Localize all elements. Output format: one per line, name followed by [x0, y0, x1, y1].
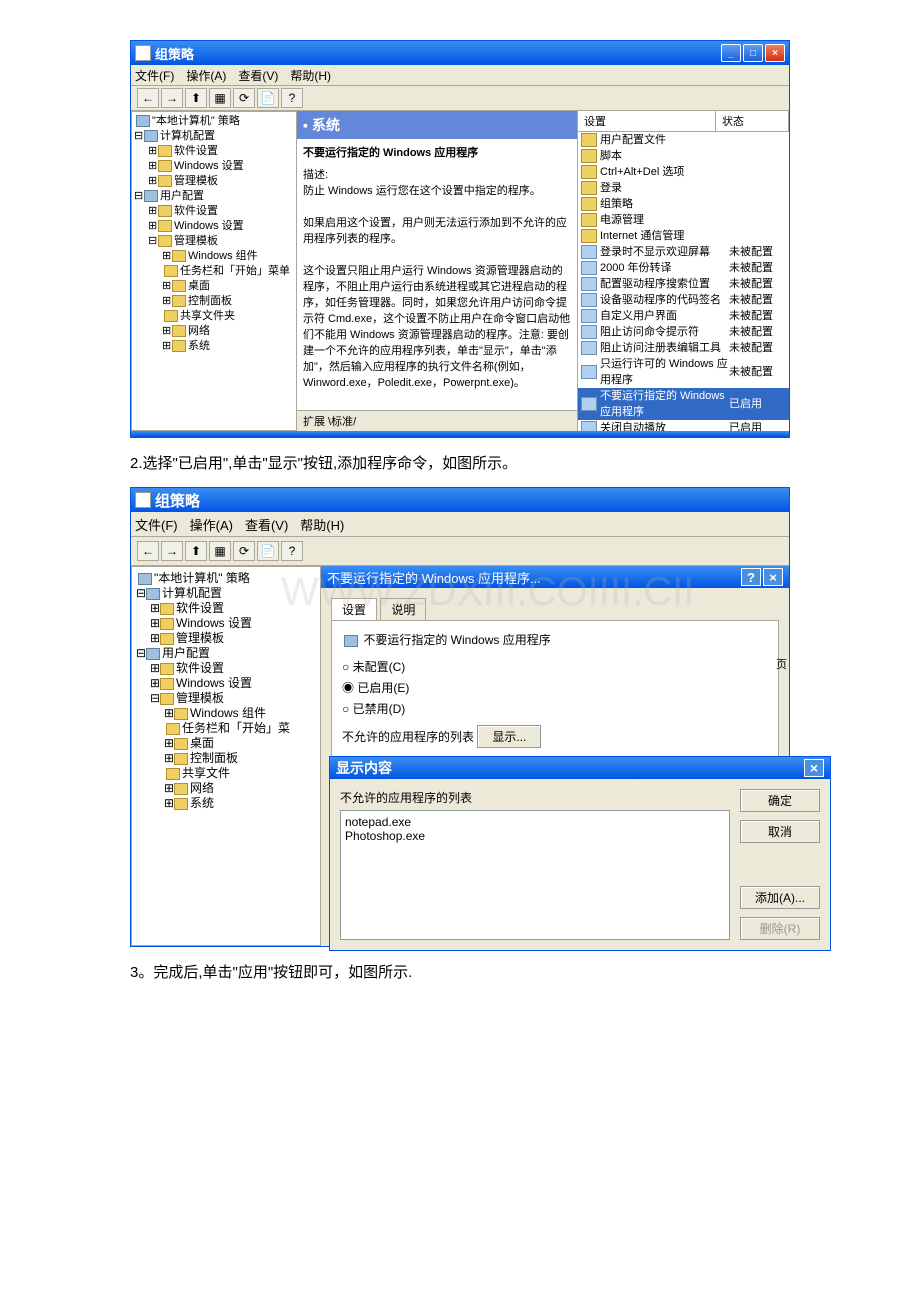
settings-list[interactable]: 设置 状态 用户配置文件脚本Ctrl+Alt+Del 选项登录组策略电源管理In…	[578, 111, 789, 431]
window-title: 组策略	[155, 44, 721, 63]
forward-button[interactable]: →	[161, 88, 183, 108]
col-state[interactable]: 状态	[716, 111, 789, 131]
ok-button[interactable]: 确定	[740, 789, 820, 812]
policy-name: 不要运行指定的 Windows 应用程序	[363, 633, 550, 647]
desc-body: 防止 Windows 运行您在这个设置中指定的程序。	[303, 183, 571, 199]
props-button[interactable]: ▦	[209, 88, 231, 108]
up-button[interactable]: ⬆	[185, 88, 207, 108]
back-button[interactable]: ←	[137, 88, 159, 108]
list-label: 不允许的应用程序的列表	[342, 730, 474, 744]
back-button[interactable]: ←	[137, 541, 159, 561]
setting-row[interactable]: 不要运行指定的 Windows 应用程序已启用	[578, 388, 789, 420]
category-header: ▪ 系统	[297, 111, 577, 139]
policy-properties-dialog: 不要运行指定的 Windows 应用程序... ? × WWW.ZDXIII.C…	[321, 566, 789, 946]
close-button[interactable]: ×	[763, 568, 783, 586]
titlebar[interactable]: 组策略 _ □ ×	[131, 41, 789, 65]
close-button[interactable]: ×	[765, 44, 785, 62]
app-icon	[135, 492, 151, 508]
help-button[interactable]: ?	[281, 88, 303, 108]
group-policy-window-1: 组策略 _ □ × 文件(F) 操作(A) 查看(V) 帮助(H) ← → ⬆ …	[130, 40, 790, 438]
setting-row[interactable]: Internet 通信管理	[578, 228, 789, 244]
radio-enabled[interactable]: ◉ 已启用(E)	[342, 679, 768, 696]
setting-row[interactable]: 配置驱动程序搜索位置未被配置	[578, 276, 789, 292]
menu-view[interactable]: 查看(V)	[238, 67, 278, 84]
refresh-button[interactable]: ⟳	[233, 541, 255, 561]
titlebar-2[interactable]: 组策略	[131, 488, 789, 512]
setting-row[interactable]: 关闭自动播放已启用	[578, 420, 789, 431]
toolbar: ← → ⬆ ▦ ⟳ 📄 ?	[131, 86, 789, 111]
tab-explain[interactable]: 说明	[380, 598, 426, 620]
setting-row[interactable]: 脚本	[578, 148, 789, 164]
setting-row[interactable]: Ctrl+Alt+Del 选项	[578, 164, 789, 180]
remove-button[interactable]: 删除(R)	[740, 917, 820, 940]
forward-button[interactable]: →	[161, 541, 183, 561]
desc-label: 描述:	[303, 167, 571, 183]
policy-icon	[344, 635, 358, 647]
props-button[interactable]: ▦	[209, 541, 231, 561]
menu-view[interactable]: 查看(V)	[245, 515, 288, 534]
cancel-button[interactable]: 取消	[740, 820, 820, 843]
dialog-title: 不要运行指定的 Windows 应用程序...	[327, 568, 739, 587]
add-button[interactable]: 添加(A)...	[740, 886, 820, 909]
setting-row[interactable]: 自定义用户界面未被配置	[578, 308, 789, 324]
menu-action[interactable]: 操作(A)	[190, 515, 233, 534]
setting-row[interactable]: 登录时不显示欢迎屏幕未被配置	[578, 244, 789, 260]
show-contents-dialog: 显示内容 × 不允许的应用程序的列表 notepad.exe Photoshop…	[329, 756, 831, 951]
tab-bar[interactable]: 扩展 \标准/	[297, 410, 577, 431]
list-item[interactable]: notepad.exe	[345, 815, 725, 829]
col-setting[interactable]: 设置	[578, 111, 716, 131]
step-2-caption: 2.选择"已启用",单击"显示"按钮,添加程序命令，如图所示。	[130, 452, 790, 473]
setting-row[interactable]: 用户配置文件	[578, 132, 789, 148]
tab-settings[interactable]: 设置	[331, 598, 377, 620]
list-label: 不允许的应用程序的列表	[340, 789, 730, 806]
maximize-button[interactable]: □	[743, 44, 763, 62]
group-policy-window-2: 组策略 文件(F) 操作(A) 查看(V) 帮助(H) ← → ⬆ ▦ ⟳ 📄 …	[130, 487, 790, 947]
up-button[interactable]: ⬆	[185, 541, 207, 561]
export-button[interactable]: 📄	[257, 88, 279, 108]
list-item[interactable]: Photoshop.exe	[345, 829, 725, 843]
tree-view-2[interactable]: "本地计算机" 策略 ⊟计算机配置 ⊞软件设置 ⊞Windows 设置 ⊞管理模…	[131, 566, 321, 946]
setting-row[interactable]: 组策略	[578, 196, 789, 212]
refresh-button[interactable]: ⟳	[233, 88, 255, 108]
setting-row[interactable]: 登录	[578, 180, 789, 196]
show-button[interactable]: 显示...	[477, 725, 541, 748]
menu-file[interactable]: 文件(F)	[135, 515, 178, 534]
menu-help[interactable]: 帮助(H)	[300, 515, 344, 534]
menu-file[interactable]: 文件(F)	[135, 67, 174, 84]
radio-disabled[interactable]: ○ 已禁用(D)	[342, 700, 768, 717]
setting-row[interactable]: 阻止访问命令提示符未被配置	[578, 324, 789, 340]
window-title: 组策略	[155, 490, 785, 511]
app-icon	[135, 45, 151, 61]
menu-action[interactable]: 操作(A)	[186, 67, 226, 84]
setting-row[interactable]: 只运行许可的 Windows 应用程序未被配置	[578, 356, 789, 388]
setting-row[interactable]: 阻止访问注册表编辑工具未被配置	[578, 340, 789, 356]
close-button[interactable]: ×	[804, 759, 824, 777]
tree-view[interactable]: "本地计算机" 策略 ⊟计算机配置 ⊞软件设置 ⊞Windows 设置 ⊞管理模…	[131, 111, 297, 431]
app-listbox[interactable]: notepad.exe Photoshop.exe	[340, 810, 730, 940]
help-button[interactable]: ?	[741, 568, 761, 586]
export-button[interactable]: 📄	[257, 541, 279, 561]
desc-para3: 这个设置只阻止用户运行 Windows 资源管理器启动的程序，不阻止用户运行由系…	[303, 263, 571, 391]
desc-para2: 如果启用这个设置，用户则无法运行添加到不允许的应用程序列表的程序。	[303, 215, 571, 247]
setting-row[interactable]: 2000 年份转译未被配置	[578, 260, 789, 276]
step-3-caption: 3。完成后,单击"应用"按钮即可，如图所示.	[130, 961, 790, 982]
policy-title: 不要运行指定的 Windows 应用程序	[303, 145, 571, 161]
menu-help[interactable]: 帮助(H)	[290, 67, 331, 84]
show-dialog-title: 显示内容	[336, 758, 802, 778]
setting-row[interactable]: 设备驱动程序的代码签名未被配置	[578, 292, 789, 308]
minimize-button[interactable]: _	[721, 44, 741, 62]
menubar: 文件(F) 操作(A) 查看(V) 帮助(H)	[131, 65, 789, 86]
setting-row[interactable]: 电源管理	[578, 212, 789, 228]
radio-not-configured[interactable]: ○ 未配置(C)	[342, 658, 768, 675]
help-button[interactable]: ?	[281, 541, 303, 561]
description-pane: ▪ 系统 不要运行指定的 Windows 应用程序 描述: 防止 Windows…	[297, 111, 578, 431]
